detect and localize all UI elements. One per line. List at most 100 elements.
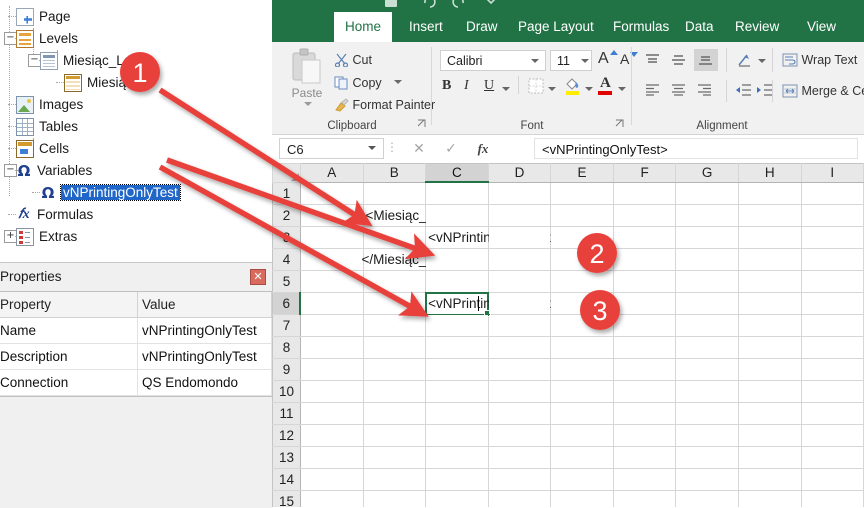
cell-e15[interactable] [550,490,614,507]
cell-a4[interactable] [299,248,364,271]
cell-g10[interactable] [675,380,739,403]
bold-button[interactable]: B [442,78,451,94]
table-row[interactable]: 6 <vNPrintingOnlyTest> [272,291,864,317]
cell-i14[interactable] [800,468,864,491]
cell-g12[interactable] [675,424,739,447]
chevron-down-icon[interactable] [618,87,626,91]
cell-a12[interactable] [299,424,364,447]
chevron-down-icon[interactable] [531,59,539,63]
cell-f3[interactable] [612,226,677,249]
cell-h13[interactable] [737,446,802,469]
cell-i4[interactable] [800,248,864,271]
cell-i10[interactable] [800,380,864,403]
row-header-13[interactable]: 13 [272,446,301,469]
cell-d12[interactable] [487,424,552,447]
chevron-down-icon[interactable] [585,87,593,91]
cell-d10[interactable] [487,380,552,403]
table-row[interactable]: 9 [272,358,864,381]
cell-g8[interactable] [675,336,739,359]
cell-c15[interactable] [425,490,489,507]
tree-item-formulas[interactable]: 𝑓x Formulas [8,204,93,225]
tree-item-extras[interactable]: + Extras [4,226,77,247]
chevron-down-icon[interactable] [368,146,376,150]
cell-e6[interactable] [550,292,614,315]
cell-i9[interactable] [800,358,864,381]
row-header-6[interactable]: 6 [272,292,302,315]
cell-f1[interactable] [612,181,677,205]
italic-button[interactable]: I [464,78,469,94]
cancel-edit-button[interactable]: ✕ [406,138,432,159]
cell-h9[interactable] [737,358,802,381]
cell-c8[interactable] [425,336,489,359]
cell-b6[interactable] [362,292,427,315]
align-right-icon[interactable] [696,82,713,98]
cell-b11[interactable] [362,402,427,425]
cell-g3[interactable] [675,226,739,249]
quick-access-toolbar[interactable] [272,0,864,12]
ribbon-tab-strip[interactable]: Home Insert Draw Page Layout Formulas Da… [272,12,864,42]
cell-f12[interactable] [612,424,677,447]
cell-g14[interactable] [675,468,739,491]
cell-a5[interactable] [299,270,364,293]
decrease-indent-icon[interactable] [734,83,752,98]
decrease-font-size-button[interactable]: A [620,51,629,67]
cell-a11[interactable] [299,402,364,425]
cell-h15[interactable] [737,490,802,507]
cell-e12[interactable] [550,424,614,447]
table-row[interactable]: Name vNPrintingOnlyTest [0,317,272,344]
cell-e7[interactable] [550,314,614,337]
table-row[interactable]: Connection QS Endomondo [0,369,272,396]
table-row[interactable]: 3 <vNPrintingOnlyTest> [272,226,864,249]
chevron-down-icon[interactable] [394,80,403,84]
cell-f6[interactable] [612,292,677,315]
cell-a3[interactable] [299,226,364,249]
cell-i8[interactable] [800,336,864,359]
cell-d14[interactable] [487,468,552,491]
cell-i7[interactable] [800,314,864,337]
insert-function-button[interactable]: fx [470,138,496,159]
tab-page-layout[interactable]: Page Layout [507,12,605,42]
cell-g6[interactable] [675,292,739,315]
cell-e13[interactable] [550,446,614,469]
cell-g9[interactable] [675,358,739,381]
cell-e2[interactable] [550,204,614,227]
row-header-8[interactable]: 8 [272,336,301,359]
table-row[interactable]: 11 [272,402,864,425]
cell-h4[interactable] [737,248,802,271]
cell-c7[interactable] [425,314,489,337]
cell-i11[interactable] [800,402,864,425]
table-row[interactable]: 15 [272,490,864,507]
cell-i12[interactable] [800,424,864,447]
cell-a13[interactable] [299,446,364,469]
ellipsis-icon[interactable]: ⋮ [386,140,398,154]
row-header-4[interactable]: 4 [272,248,301,271]
cell-e10[interactable] [550,380,614,403]
row-header-9[interactable]: 9 [272,358,301,381]
merge-center-button[interactable]: Merge & Cer [782,84,864,98]
cell-i13[interactable] [800,446,864,469]
cell-f10[interactable] [612,380,677,403]
cell-f15[interactable] [612,490,677,507]
cell-f5[interactable] [612,270,677,293]
cell-i5[interactable] [800,270,864,293]
cell-d15[interactable] [487,490,552,507]
cell-h2[interactable] [737,204,802,227]
cell-g13[interactable] [675,446,739,469]
row-header-1[interactable]: 1 [272,181,301,205]
cell-b13[interactable] [362,446,427,469]
cell-h14[interactable] [737,468,802,491]
cell-d9[interactable] [487,358,552,381]
cell-g7[interactable] [675,314,739,337]
align-bottom-button[interactable] [694,49,718,71]
cell-f2[interactable] [612,204,677,227]
cell-d2[interactable] [487,204,552,227]
column-header-e[interactable]: E [550,163,614,183]
confirm-edit-button[interactable]: ✓ [438,138,464,159]
table-row[interactable]: Description vNPrintingOnlyTest [0,343,272,370]
cell-b5[interactable] [362,270,427,293]
cell-h1[interactable] [737,181,802,205]
orientation-icon[interactable] [736,51,754,69]
cell-e3[interactable] [550,226,614,249]
tree-item-images[interactable]: Images [8,94,83,115]
cell-a10[interactable] [299,380,364,403]
